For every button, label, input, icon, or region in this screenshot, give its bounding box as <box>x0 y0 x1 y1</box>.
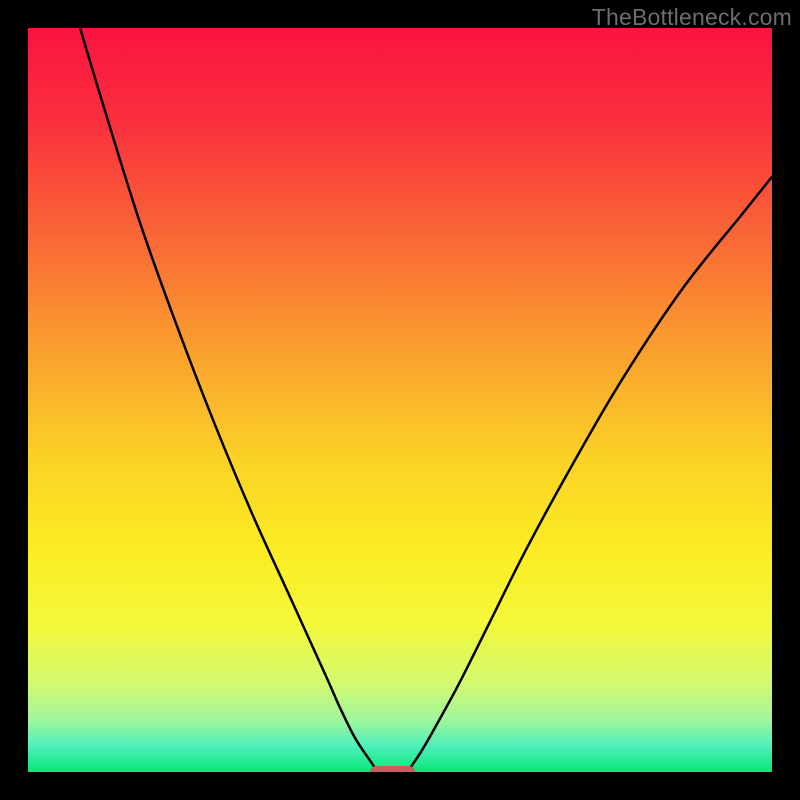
chart-frame: TheBottleneck.com <box>0 0 800 800</box>
bottleneck-chart <box>28 28 772 772</box>
watermark-text: TheBottleneck.com <box>592 4 792 31</box>
gradient-background <box>28 28 772 772</box>
bottom-marker <box>370 766 415 772</box>
plot-area <box>28 28 772 772</box>
